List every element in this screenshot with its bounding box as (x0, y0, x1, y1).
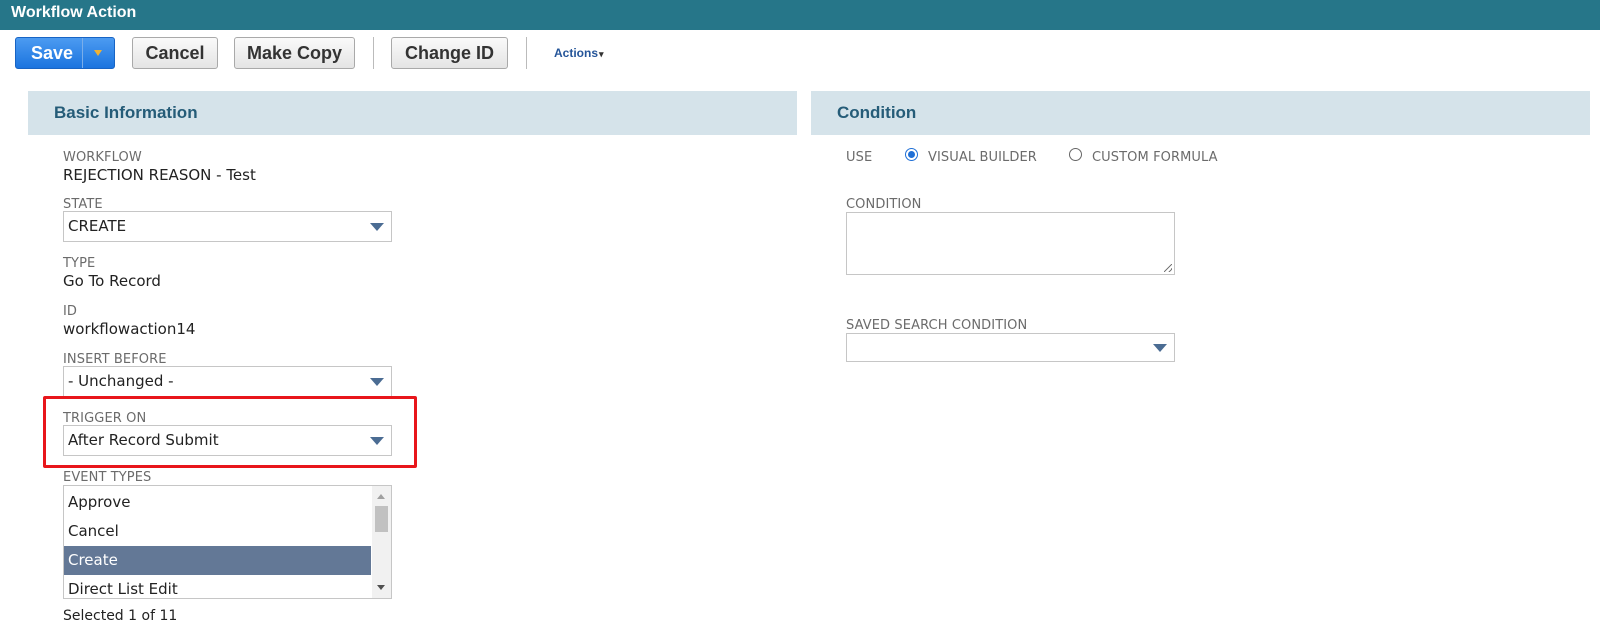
chevron-down-icon (370, 378, 384, 386)
chevron-down-icon (1153, 344, 1167, 352)
trigger-on-select[interactable]: After Record Submit (63, 425, 392, 456)
basic-information-header: Basic Information (28, 91, 797, 135)
type-label: TYPE (63, 256, 96, 271)
visual-builder-radio[interactable] (905, 148, 918, 161)
type-value: Go To Record (63, 272, 161, 290)
condition-label: CONDITION (846, 197, 922, 212)
use-label: USE (846, 150, 873, 165)
saved-search-condition-label: SAVED SEARCH CONDITION (846, 318, 1028, 333)
state-select-value: CREATE (68, 217, 127, 235)
saved-search-condition-select[interactable] (846, 333, 1175, 362)
cancel-button[interactable]: Cancel (132, 37, 218, 69)
save-button-label: Save (31, 43, 74, 63)
save-button[interactable]: Save (15, 37, 115, 69)
change-id-button[interactable]: Change ID (391, 37, 508, 69)
chevron-down-icon (370, 437, 384, 445)
chevron-down-icon (370, 223, 384, 231)
event-type-direct-list-edit[interactable]: Direct List Edit (64, 575, 371, 598)
event-types-label: EVENT TYPES (63, 470, 152, 485)
insert-before-select[interactable]: - Unchanged - (63, 366, 392, 397)
custom-formula-radio[interactable] (1069, 148, 1082, 161)
dropdown-triangle-icon (94, 50, 102, 56)
id-value: workflowaction14 (63, 320, 196, 338)
trigger-on-label: TRIGGER ON (63, 411, 147, 426)
visual-builder-label[interactable]: VISUAL BUILDER (928, 150, 1037, 165)
make-copy-button[interactable]: Make Copy (234, 37, 355, 69)
event-type-approve[interactable]: Approve (64, 488, 371, 517)
window-title: Workflow Action (0, 0, 1600, 30)
resize-handle-icon[interactable] (1164, 264, 1172, 272)
toolbar-divider (526, 37, 527, 69)
toolbar-divider (373, 37, 374, 69)
custom-formula-label[interactable]: CUSTOM FORMULA (1092, 150, 1218, 165)
event-types-listbox[interactable]: Approve Cancel Create Direct List Edit (63, 485, 392, 599)
listbox-scrollbar[interactable] (372, 486, 391, 598)
actions-menu[interactable]: Actions▾ (554, 46, 604, 60)
scroll-thumb[interactable] (375, 506, 388, 532)
insert-before-select-value: - Unchanged - (68, 372, 174, 390)
selected-count: Selected 1 of 11 (63, 608, 178, 624)
state-label: STATE (63, 197, 103, 212)
state-select[interactable]: CREATE (63, 211, 392, 242)
caret-icon: ▾ (599, 49, 604, 59)
condition-textarea[interactable] (846, 212, 1175, 275)
save-menu-button[interactable] (82, 38, 114, 68)
id-label: ID (63, 304, 78, 319)
workflow-label: WORKFLOW (63, 150, 142, 165)
event-type-cancel[interactable]: Cancel (64, 517, 371, 546)
workflow-value: REJECTION REASON - Test (63, 166, 256, 184)
insert-before-label: INSERT BEFORE (63, 352, 167, 367)
event-type-create[interactable]: Create (64, 546, 371, 575)
condition-header: Condition (811, 91, 1590, 135)
trigger-on-select-value: After Record Submit (68, 431, 219, 449)
scroll-up-icon[interactable] (377, 494, 385, 499)
actions-label: Actions (554, 46, 599, 60)
scroll-down-icon[interactable] (377, 585, 385, 590)
